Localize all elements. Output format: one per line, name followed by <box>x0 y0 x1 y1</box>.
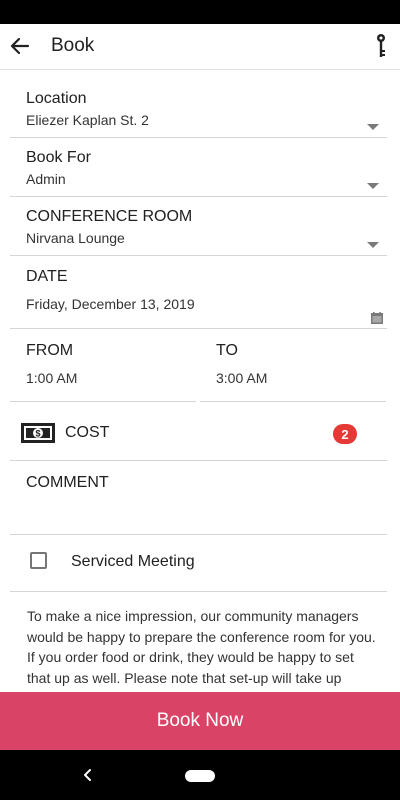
status-bar <box>0 0 400 24</box>
to-time-picker[interactable]: TO 3:00 AM <box>200 333 386 402</box>
comment-field[interactable]: COMMENT <box>10 461 387 535</box>
from-label: FROM <box>26 342 74 359</box>
conference-room-label: CONFERENCE ROOM <box>26 208 193 225</box>
from-value: 1:00 AM <box>26 370 78 386</box>
svg-text:$: $ <box>35 429 40 439</box>
comment-label: COMMENT <box>26 474 109 491</box>
cost-row[interactable]: $ COST 2 <box>10 405 387 461</box>
location-label: Location <box>26 90 87 107</box>
cost-label: COST <box>65 424 110 441</box>
book-for-value: Admin <box>26 171 66 187</box>
conference-room-value: Nirvana Lounge <box>26 230 125 246</box>
key-button[interactable] <box>368 32 394 60</box>
from-time-picker[interactable]: FROM 1:00 AM <box>10 333 196 402</box>
serviced-meeting-label: Serviced Meeting <box>71 553 195 570</box>
chevron-down-icon <box>367 242 379 248</box>
to-value: 3:00 AM <box>216 370 268 386</box>
cost-badge: 2 <box>333 424 357 444</box>
location-value: Eliezer Kaplan St. 2 <box>26 112 149 128</box>
nav-home-button[interactable] <box>185 770 215 782</box>
nav-back-icon[interactable] <box>82 767 94 783</box>
navigation-bar <box>0 750 400 800</box>
to-label: TO <box>216 342 238 359</box>
serviced-meeting-description: To make a nice impression, our community… <box>27 608 376 687</box>
serviced-meeting-checkbox[interactable] <box>30 552 47 569</box>
book-for-select[interactable]: Book For Admin <box>10 138 387 197</box>
calendar-icon <box>371 312 383 324</box>
back-button[interactable] <box>6 32 34 60</box>
book-for-label: Book For <box>26 149 91 166</box>
chevron-down-icon <box>367 124 379 130</box>
chevron-down-icon <box>367 183 379 189</box>
location-select[interactable]: Location Eliezer Kaplan St. 2 <box>10 79 387 138</box>
date-label: DATE <box>26 268 68 285</box>
page-title: Book <box>51 35 95 56</box>
date-picker[interactable]: DATE Friday, December 13, 2019 <box>10 256 387 329</box>
conference-room-select[interactable]: CONFERENCE ROOM Nirvana Lounge <box>10 197 387 256</box>
app-bar: Book <box>0 24 400 70</box>
cash-icon: $ <box>21 423 55 443</box>
key-icon <box>377 34 385 57</box>
date-value: Friday, December 13, 2019 <box>26 296 195 312</box>
serviced-meeting-row[interactable]: Serviced Meeting <box>10 535 387 592</box>
arrow-left-icon <box>10 37 30 55</box>
book-now-button[interactable]: Book Now <box>0 692 400 750</box>
